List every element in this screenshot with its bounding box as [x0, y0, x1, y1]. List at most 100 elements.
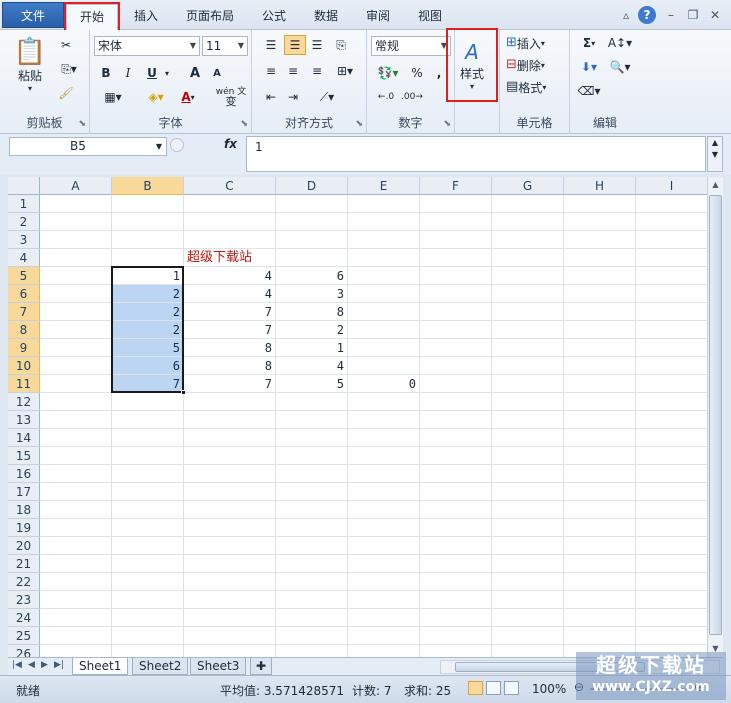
column-header-f[interactable]: F	[420, 177, 492, 195]
currency-icon[interactable]: 💱▾	[373, 64, 403, 82]
row-header-10[interactable]: 10	[8, 357, 40, 375]
cell-e26[interactable]	[348, 645, 420, 657]
cell-d5[interactable]: 6	[276, 267, 348, 285]
cell-h10[interactable]	[564, 357, 636, 375]
clear-icon[interactable]: ⌫▾	[576, 82, 602, 100]
cell-f22[interactable]	[420, 573, 492, 591]
cell-g6[interactable]	[492, 285, 564, 303]
cell-h13[interactable]	[564, 411, 636, 429]
cell-g19[interactable]	[492, 519, 564, 537]
cell-g8[interactable]	[492, 321, 564, 339]
cell-d2[interactable]	[276, 213, 348, 231]
cell-i13[interactable]	[636, 411, 707, 429]
spreadsheet-grid[interactable]: A B C D E F G H I 1 2 3 4 5 1 4 6 6 2 4 3 7 2 7 8 8 2 7 2 9 5 8 1 10 6 8 4 11…	[8, 177, 707, 657]
normal-view-icon[interactable]	[468, 681, 483, 695]
merge-center-icon[interactable]: ⊞▾	[332, 62, 358, 80]
cell-e4[interactable]	[348, 249, 420, 267]
cell-h18[interactable]	[564, 501, 636, 519]
column-header-e[interactable]: E	[348, 177, 420, 195]
column-header-a[interactable]: A	[40, 177, 112, 195]
cell-h19[interactable]	[564, 519, 636, 537]
cell-a12[interactable]	[40, 393, 112, 411]
prev-sheet-icon[interactable]: ◀	[28, 660, 35, 670]
cell-h8[interactable]	[564, 321, 636, 339]
cell-i20[interactable]	[636, 537, 707, 555]
cell-d16[interactable]	[276, 465, 348, 483]
column-header-g[interactable]: G	[492, 177, 564, 195]
grow-font-button[interactable]: A	[186, 64, 204, 82]
cell-c16[interactable]	[184, 465, 276, 483]
cell-a22[interactable]	[40, 573, 112, 591]
cell-e10[interactable]	[348, 357, 420, 375]
cell-c19[interactable]	[184, 519, 276, 537]
cell-f9[interactable]	[420, 339, 492, 357]
tab-view[interactable]: 视图	[408, 4, 452, 28]
cell-h6[interactable]	[564, 285, 636, 303]
zoom-level[interactable]: 100%	[532, 682, 566, 696]
tab-page-layout[interactable]: 页面布局	[178, 4, 242, 28]
decrease-indent-icon[interactable]: ⇤	[262, 88, 280, 106]
cell-b10[interactable]: 6	[112, 357, 184, 375]
cell-e24[interactable]	[348, 609, 420, 627]
page-layout-view-icon[interactable]	[486, 681, 501, 695]
cell-b24[interactable]	[112, 609, 184, 627]
cell-e15[interactable]	[348, 447, 420, 465]
cell-e22[interactable]	[348, 573, 420, 591]
cell-b7[interactable]: 2	[112, 303, 184, 321]
fill-icon[interactable]: ⬇▾	[576, 58, 602, 76]
tab-insert[interactable]: 插入	[124, 4, 168, 28]
cell-c12[interactable]	[184, 393, 276, 411]
row-header-16[interactable]: 16	[8, 465, 40, 483]
cell-c18[interactable]	[184, 501, 276, 519]
row-header-11[interactable]: 11	[8, 375, 40, 393]
row-header-26[interactable]: 26	[8, 645, 40, 657]
cell-d10[interactable]: 4	[276, 357, 348, 375]
next-sheet-icon[interactable]: ▶	[41, 660, 48, 670]
cell-i23[interactable]	[636, 591, 707, 609]
tab-review[interactable]: 审阅	[356, 4, 400, 28]
cell-i6[interactable]	[636, 285, 707, 303]
cell-f25[interactable]	[420, 627, 492, 645]
cell-b9[interactable]: 5	[112, 339, 184, 357]
cell-d26[interactable]	[276, 645, 348, 657]
cell-i15[interactable]	[636, 447, 707, 465]
cell-d8[interactable]: 2	[276, 321, 348, 339]
column-header-b[interactable]: B	[112, 177, 184, 195]
italic-button[interactable]: I	[120, 64, 136, 82]
cell-c20[interactable]	[184, 537, 276, 555]
cell-b5[interactable]: 1	[112, 267, 184, 285]
cell-f6[interactable]	[420, 285, 492, 303]
sort-filter-icon[interactable]: A↕▾	[606, 34, 634, 52]
sheet-tab-3[interactable]: Sheet3	[190, 658, 247, 675]
cell-c13[interactable]	[184, 411, 276, 429]
cell-g25[interactable]	[492, 627, 564, 645]
cell-c22[interactable]	[184, 573, 276, 591]
cell-i17[interactable]	[636, 483, 707, 501]
cell-g13[interactable]	[492, 411, 564, 429]
tab-file[interactable]: 文件	[2, 2, 64, 28]
cell-a8[interactable]	[40, 321, 112, 339]
cell-b25[interactable]	[112, 627, 184, 645]
cell-c6[interactable]: 4	[184, 285, 276, 303]
cell-h23[interactable]	[564, 591, 636, 609]
cell-i21[interactable]	[636, 555, 707, 573]
cell-f1[interactable]	[420, 195, 492, 213]
cell-f15[interactable]	[420, 447, 492, 465]
cell-h15[interactable]	[564, 447, 636, 465]
cell-b18[interactable]	[112, 501, 184, 519]
cut-icon[interactable]: ✂	[56, 36, 76, 54]
cell-g23[interactable]	[492, 591, 564, 609]
column-header-h[interactable]: H	[564, 177, 636, 195]
dialog-launcher-icon[interactable]: ⬊	[78, 119, 86, 129]
cell-i5[interactable]	[636, 267, 707, 285]
cell-i10[interactable]	[636, 357, 707, 375]
cell-d20[interactable]	[276, 537, 348, 555]
cell-b6[interactable]: 2	[112, 285, 184, 303]
cell-h16[interactable]	[564, 465, 636, 483]
cell-g14[interactable]	[492, 429, 564, 447]
cell-i2[interactable]	[636, 213, 707, 231]
cell-a7[interactable]	[40, 303, 112, 321]
cell-i25[interactable]	[636, 627, 707, 645]
cell-b3[interactable]	[112, 231, 184, 249]
cell-i3[interactable]	[636, 231, 707, 249]
